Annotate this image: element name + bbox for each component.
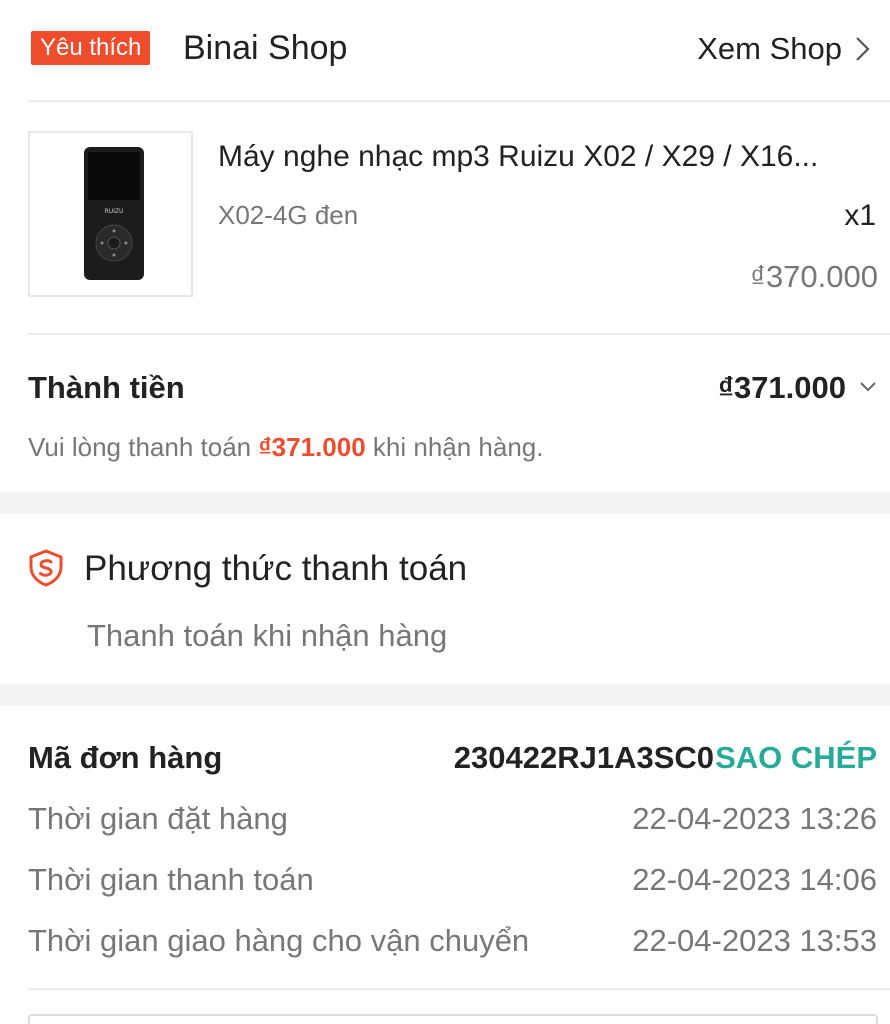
payment-method-value: Thanh toán khi nhận hàng	[87, 618, 448, 653]
product-thumbnail[interactable]: RUIZU	[28, 131, 193, 297]
shop-name[interactable]: Binai Shop	[183, 28, 347, 68]
action-button-partial[interactable]	[28, 1014, 878, 1024]
ship-time-value: 22-04-2023 13:53	[632, 923, 877, 958]
payment-note: Vui lòng thanh toán ₫371.000 khi nhận hà…	[28, 430, 543, 464]
payment-note-amount: ₫371.000	[258, 432, 366, 462]
payment-method-title: Phương thức thanh toán	[84, 549, 468, 588]
payment-method-section: Phương thức thanh toán Thanh toán khi nh…	[0, 514, 890, 684]
payment-note-prefix: Vui lòng thanh toán	[28, 432, 259, 462]
product-price: ₫370.000	[750, 259, 878, 294]
favorite-badge: Yêu thích	[31, 31, 151, 65]
divider	[28, 333, 890, 335]
total-label: Thành tiền	[28, 370, 185, 405]
payment-time-value: 22-04-2023 14:06	[632, 862, 877, 897]
chevron-right-icon[interactable]	[852, 36, 874, 62]
payment-time-label: Thời gian thanh toán	[28, 862, 314, 897]
total-value[interactable]: ₫371.000	[718, 369, 846, 407]
shield-payment-icon	[29, 549, 63, 587]
order-info-section: Mã đơn hàng 230422RJ1A3SC0 SAO CHÉP Thời…	[0, 706, 890, 1024]
view-shop-button[interactable]: Xem Shop	[697, 30, 842, 68]
chevron-down-icon[interactable]	[858, 378, 878, 396]
product-brand-mark: RUIZU	[105, 208, 124, 215]
section-gap	[0, 492, 890, 514]
divider	[28, 100, 890, 102]
ship-time-label: Thời gian giao hàng cho vận chuyển	[28, 923, 530, 958]
payment-note-suffix: khi nhận hàng.	[365, 432, 544, 462]
order-shop-card: Yêu thích Binai Shop Xem Shop RUIZU Máy …	[0, 0, 890, 492]
section-gap	[0, 684, 890, 706]
order-code-label: Mã đơn hàng	[28, 740, 223, 775]
product-variant: X02-4G đen	[218, 200, 359, 230]
mp3-player-image: RUIZU	[84, 147, 144, 280]
order-code: 230422RJ1A3SC0	[453, 740, 714, 775]
divider	[28, 988, 890, 990]
order-time-value: 22-04-2023 13:26	[632, 801, 877, 836]
order-time-label: Thời gian đặt hàng	[28, 801, 288, 836]
product-quantity: x1	[844, 199, 876, 232]
product-title[interactable]: Máy nghe nhạc mp3 Ruizu X02 / X29 / X16.…	[218, 138, 878, 176]
copy-order-code-button[interactable]: SAO CHÉP	[715, 739, 877, 777]
